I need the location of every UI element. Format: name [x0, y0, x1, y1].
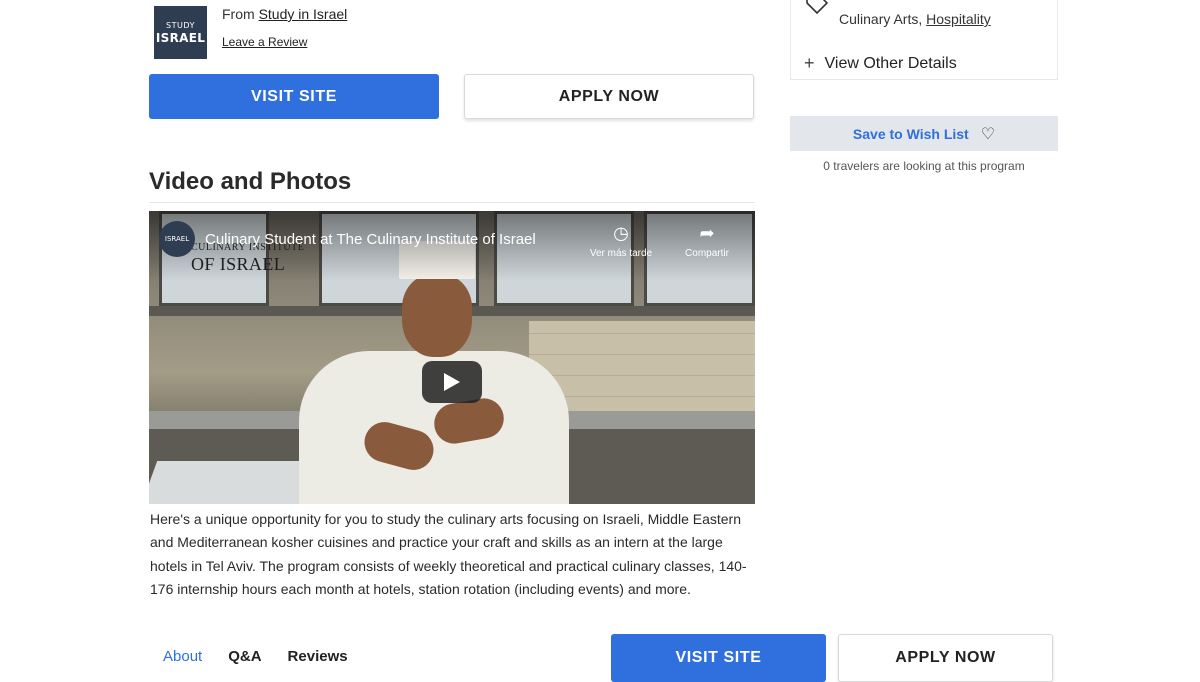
- watch-later-button[interactable]: ◷ Ver más tarde: [589, 223, 653, 259]
- plus-icon: +: [804, 53, 815, 73]
- view-other-details-label: View Other Details: [824, 54, 957, 72]
- tab-qa[interactable]: Q&A: [228, 648, 261, 665]
- provider-logo-line1: STUDY: [166, 20, 195, 30]
- category-hospitality-link[interactable]: Hospitality: [926, 11, 991, 27]
- program-description: Here's a unique opportunity for you to s…: [150, 511, 747, 598]
- channel-avatar[interactable]: ISRAEL: [159, 221, 195, 257]
- provider-link[interactable]: Study in Israel: [259, 6, 348, 22]
- tab-reviews[interactable]: Reviews: [288, 648, 348, 665]
- travelers-count: 0 travelers are looking at this program: [823, 159, 1025, 173]
- provider-logo-line2: ISRAEL: [155, 30, 206, 45]
- play-button[interactable]: [422, 361, 482, 403]
- heart-icon: ♡: [980, 125, 996, 143]
- provider-from-line: From Study in Israel: [222, 6, 347, 22]
- video-title[interactable]: Culinary Student at The Culinary Institu…: [205, 231, 536, 248]
- visit-site-button-bottom[interactable]: VISIT SITE: [611, 634, 826, 682]
- tag-icon: [804, 0, 830, 21]
- share-label: Compartir: [685, 248, 729, 259]
- share-button[interactable]: ➦ Compartir: [675, 223, 739, 259]
- visit-site-button-top[interactable]: VISIT SITE: [149, 74, 439, 119]
- wishlist-label: Save to Wish List: [852, 125, 969, 142]
- from-prefix: From: [222, 6, 255, 22]
- video-chef-head: [402, 275, 472, 357]
- tab-about[interactable]: About: [163, 648, 202, 665]
- section-title: Video and Photos: [149, 168, 352, 195]
- apply-now-button-bottom[interactable]: APPLY NOW: [838, 634, 1053, 682]
- video-player[interactable]: CULINARY INSTITUTE OF ISRAEL ISRAEL Culi…: [149, 211, 755, 504]
- watch-later-label: Ver más tarde: [589, 248, 653, 259]
- save-to-wishlist-button[interactable]: Save to Wish List ♡: [790, 116, 1058, 151]
- program-tabs: About Q&A Reviews: [163, 648, 348, 665]
- section-divider: [149, 202, 755, 203]
- play-icon: [444, 373, 460, 391]
- channel-avatar-text: ISRAEL: [164, 234, 190, 243]
- category-culinary: Culinary Arts,: [839, 11, 927, 27]
- provider-logo[interactable]: STUDY ISRAEL: [154, 6, 207, 59]
- clock-icon: ◷: [613, 223, 629, 243]
- share-arrow-icon: ➦: [699, 223, 715, 243]
- video-watermark-line2: OF ISRAEL: [191, 254, 286, 274]
- view-other-details-toggle[interactable]: + View Other Details: [804, 53, 957, 74]
- categories: Culinary Arts, Hospitality: [839, 11, 991, 27]
- apply-now-button-top[interactable]: APPLY NOW: [464, 74, 754, 119]
- leave-review-link[interactable]: Leave a Review: [222, 35, 307, 49]
